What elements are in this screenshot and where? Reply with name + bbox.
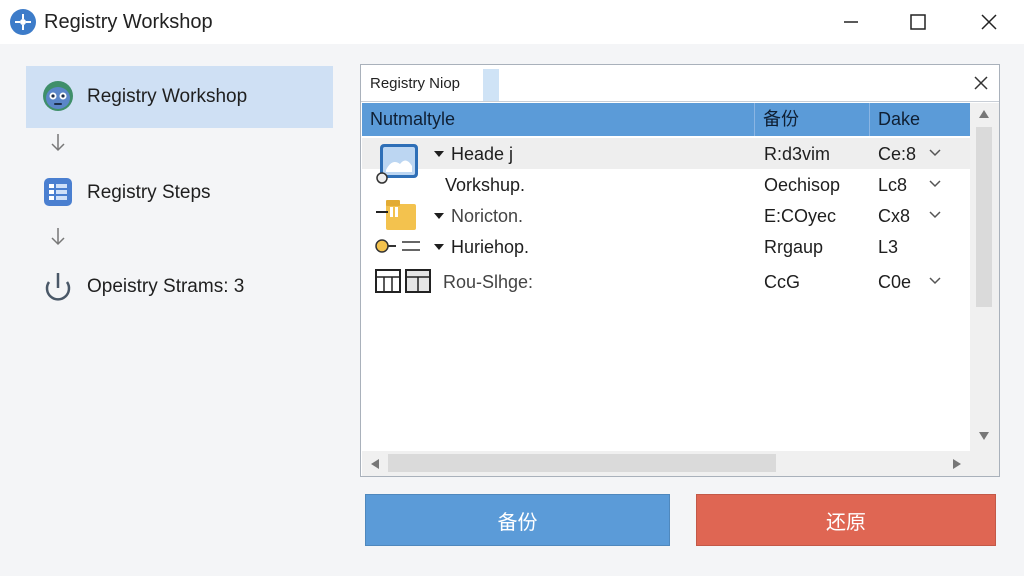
scroll-down-icon[interactable]: [978, 431, 990, 441]
app-window: Registry Workshop Registry Workshop Regi…: [0, 0, 1024, 576]
close-icon: [981, 14, 997, 30]
row-value: CcG: [764, 272, 800, 292]
chevron-down-icon[interactable]: [928, 275, 942, 287]
table-row[interactable]: Heade j R:d3vim Ce:8: [362, 138, 970, 184]
chevron-down-icon[interactable]: [928, 147, 942, 159]
tab-registry-niop[interactable]: Registry Niop: [361, 65, 999, 102]
row-value: Rrgaup: [764, 237, 824, 257]
expand-caret-icon[interactable]: [434, 244, 444, 250]
maximize-icon: [910, 14, 926, 30]
column-header[interactable]: Nutmaltyle: [362, 103, 755, 136]
row-name: Vorkshup.: [445, 175, 526, 195]
minimize-icon: [844, 21, 858, 23]
table-header: Nutmaltyle 备份 Dake: [362, 103, 970, 136]
sidebar-item-label: Registry Steps: [87, 182, 211, 203]
row-value: Oechisop: [764, 175, 841, 195]
table-row[interactable]: Rou-Slhge: CcG C0e: [362, 266, 970, 297]
minimize-button[interactable]: [822, 0, 880, 44]
window-title: Registry Workshop: [44, 11, 213, 33]
scrollbar-thumb[interactable]: [976, 127, 992, 307]
row-name: Noricton.: [451, 206, 524, 226]
sidebar-item-registry-steps[interactable]: Registry Steps: [26, 162, 333, 224]
row-name: Huriehop.: [451, 237, 530, 257]
expand-caret-icon[interactable]: [434, 151, 444, 157]
row-name: Heade j: [451, 144, 514, 164]
row-date: C0e: [878, 272, 912, 292]
down-arrow-icon: [51, 228, 65, 246]
row-value: R:d3vim: [764, 144, 831, 164]
sidebar: Registry Workshop Registry Steps Opeistr…: [0, 44, 350, 576]
column-header[interactable]: Dake: [870, 103, 970, 136]
sidebar-item-registry-workshop[interactable]: Registry Workshop: [26, 66, 333, 128]
scroll-up-icon[interactable]: [978, 109, 990, 119]
row-value: E:COyec: [764, 206, 837, 226]
sidebar-item-opeistry-strams[interactable]: Opeistry Strams: 3: [26, 256, 333, 318]
column-header[interactable]: 备份: [755, 103, 870, 136]
title-bar: Registry Workshop: [0, 0, 1024, 44]
row-date: Ce:8: [878, 144, 917, 164]
scroll-right-icon[interactable]: [952, 458, 962, 470]
tab-indicator: [483, 69, 499, 101]
row-name: Rou-Slhge:: [443, 272, 534, 292]
down-arrow-icon: [51, 134, 65, 152]
sidebar-item-label: Registry Workshop: [87, 86, 248, 107]
sidebar-item-label: Opeistry Strams: 3: [87, 276, 245, 297]
scroll-left-icon[interactable]: [370, 458, 380, 470]
close-icon[interactable]: [971, 73, 991, 93]
folder-icon: [376, 200, 416, 230]
registry-panel: Registry Niop Nutmaltyle 备份 Dake Heade j…: [360, 64, 1000, 477]
app-logo-icon: [10, 9, 36, 35]
expand-caret-icon[interactable]: [434, 213, 444, 219]
grid-icon: [375, 269, 431, 293]
row-date: Cx8: [878, 206, 911, 226]
chevron-down-icon[interactable]: [928, 178, 942, 190]
table-row[interactable]: Huriehop. Rrgaup L3: [362, 231, 970, 262]
tab-label: Registry Niop: [370, 75, 461, 92]
registry-grid-icon: [40, 174, 76, 210]
row-date: L3: [878, 237, 899, 257]
key-icon: [375, 239, 420, 253]
close-button[interactable]: [960, 0, 1018, 44]
scrollbar-corner: [970, 451, 999, 476]
vertical-scrollbar[interactable]: [970, 103, 999, 451]
scrollbar-thumb[interactable]: [388, 454, 776, 472]
power-icon: [40, 268, 76, 304]
registry-table-body: Heade j R:d3vim Ce:8 Vorkshup. Oechisop …: [362, 136, 970, 456]
horizontal-scrollbar[interactable]: [362, 451, 970, 476]
maximize-button[interactable]: [889, 0, 947, 44]
row-date: Lc8: [878, 175, 908, 195]
table-row[interactable]: Vorkshup. Oechisop Lc8: [362, 169, 970, 200]
chevron-down-icon[interactable]: [928, 209, 942, 221]
backup-button[interactable]: 备份: [365, 494, 670, 546]
table-row[interactable]: Noricton. E:COyec Cx8: [362, 200, 970, 231]
registry-mask-icon: [40, 78, 76, 114]
restore-button[interactable]: 还原: [696, 494, 996, 546]
